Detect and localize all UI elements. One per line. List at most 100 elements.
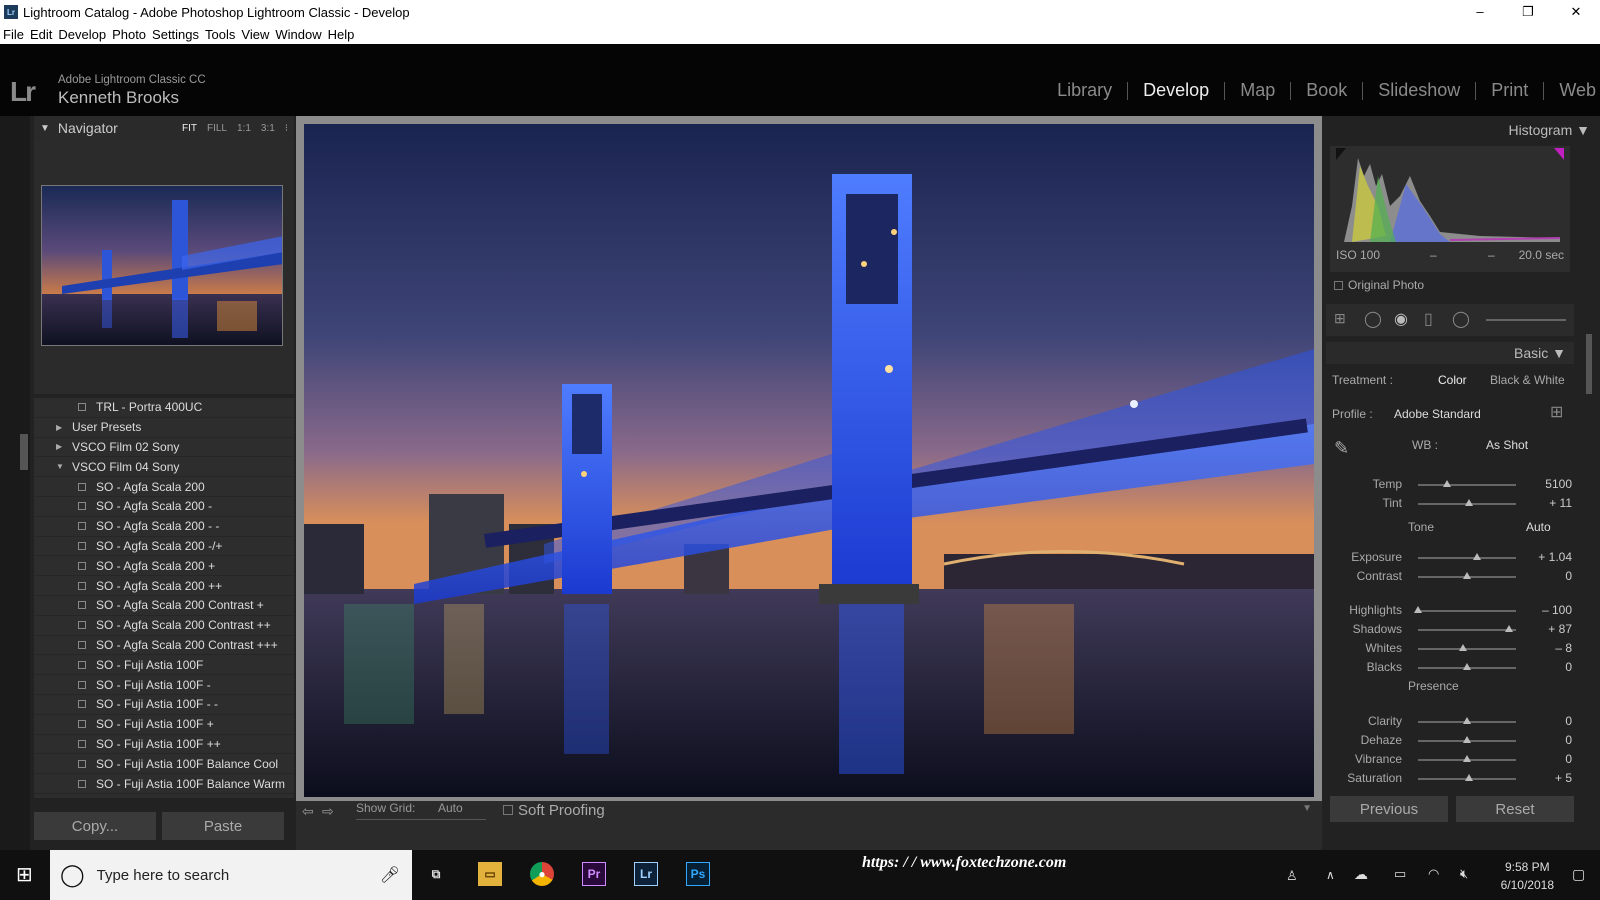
zoom-1-1[interactable]: 1:1 [237,123,251,134]
previous-button[interactable]: Previous [1330,796,1448,822]
minimize-button[interactable]: – [1456,0,1504,24]
slider-value[interactable]: – 8 [1522,641,1572,655]
menu-photo[interactable]: Photo [112,27,146,42]
preset-item[interactable]: SO - Agfa Scala 200 - [34,497,294,517]
slider-value[interactable]: + 11 [1522,496,1572,510]
slider-thumb[interactable] [1463,663,1471,670]
preset-item[interactable]: TRL - Portra 400UC [34,398,294,418]
spot-removal-icon[interactable]: ◯ [1364,309,1382,329]
maximize-button[interactable]: ❐ [1504,0,1552,24]
preset-item[interactable]: SO - Agfa Scala 200 - - [34,517,294,537]
module-print[interactable]: Print [1476,80,1543,101]
menu-window[interactable]: Window [275,27,321,42]
preset-item[interactable]: SO - Agfa Scala 200 Contrast +++ [34,636,294,656]
menu-develop[interactable]: Develop [58,27,106,42]
premiere-icon[interactable]: Pr [582,862,606,886]
chevron-up-icon[interactable]: ∧ [1326,868,1335,882]
task-view-icon[interactable]: ⧉ [424,862,448,886]
slider-thumb[interactable] [1414,606,1422,613]
preset-item[interactable]: SO - Agfa Scala 200 Contrast ++ [34,616,294,636]
slider-thumb[interactable] [1463,572,1471,579]
module-book[interactable]: Book [1291,80,1362,101]
close-button[interactable]: ✕ [1552,0,1600,24]
slider-thumb[interactable] [1443,480,1452,487]
onedrive-icon[interactable]: ☁ [1354,866,1368,883]
battery-icon[interactable]: ▭ [1394,866,1406,882]
preset-item[interactable]: SO - Fuji Astia 100F Balance Warm [34,774,294,794]
graduated-filter-icon[interactable]: ▯ [1424,309,1433,329]
slider-value[interactable]: + 5 [1522,771,1572,785]
slider-thumb[interactable] [1459,644,1468,651]
slider-track[interactable] [1418,629,1516,631]
show-grid-select[interactable]: Auto [438,801,463,815]
copy-settings-button[interactable]: Copy... [34,812,156,840]
zoom-3-1[interactable]: 3:1 [261,123,275,134]
slider-value[interactable]: 0 [1522,733,1572,747]
red-eye-icon[interactable]: ◉ [1394,309,1408,329]
slider-thumb[interactable] [1472,553,1481,560]
profile-browser-icon[interactable]: ⊞ [1550,402,1563,422]
profile-select[interactable]: Adobe Standard [1394,407,1481,421]
toolbar-menu-icon[interactable]: ▼ [1302,803,1312,814]
windows-start-icon[interactable]: ⊞ [16,862,33,887]
slider-track[interactable] [1418,484,1516,486]
menu-edit[interactable]: Edit [30,27,52,42]
preset-item[interactable]: SO - Agfa Scala 200 + [34,556,294,577]
adjustment-brush-slider[interactable] [1486,319,1566,321]
expand-triangle-icon[interactable]: ▶ [56,442,64,451]
preset-item[interactable]: SO - Fuji Astia 100F ++ [34,735,294,755]
preset-item[interactable]: SO - Agfa Scala 200 -/+ [34,537,294,557]
module-develop[interactable]: Develop [1128,80,1224,101]
menu-settings[interactable]: Settings [152,27,199,42]
zoom-more-icon[interactable]: ⁝ [285,123,288,134]
preset-item[interactable]: SO - Fuji Astia 100F Balance Cool [34,754,294,775]
preset-folder[interactable]: ▼ VSCO Film 04 Sony [34,457,294,478]
preset-folder[interactable]: ▶ User Presets [34,418,294,438]
basic-header[interactable]: Basic ▼ [1326,342,1574,364]
wb-select[interactable]: As Shot [1486,438,1528,452]
module-web[interactable]: Web [1544,80,1600,101]
slider-value[interactable]: + 1.04 [1522,550,1572,564]
collapse-triangle-icon[interactable]: ▼ [56,462,64,471]
soft-proofing-checkbox[interactable] [503,805,513,815]
lightroom-taskbar-icon[interactable]: Lr [634,862,658,886]
photoshop-icon[interactable]: Ps [686,862,710,886]
slider-value[interactable]: + 87 [1522,622,1572,636]
people-icon[interactable]: ♙ [1286,868,1298,884]
slider-thumb[interactable] [1463,755,1471,762]
volume-muted-icon[interactable]: 🔇︎ [1460,866,1468,882]
slider-value[interactable]: – 100 [1522,603,1572,617]
preset-item[interactable]: SO - Fuji Astia 100F [34,655,294,676]
zoom-fit[interactable]: FIT [182,123,197,134]
menu-help[interactable]: Help [328,27,355,42]
menu-file[interactable]: File [3,27,24,42]
left-panel-toggle[interactable] [20,434,28,470]
slider-track[interactable] [1418,610,1516,612]
action-center-icon[interactable]: ▢ [1572,866,1585,883]
histogram-header[interactable]: Histogram ▼ [1508,122,1590,138]
system-clock[interactable]: 9:58 PM 6/10/2018 [1501,858,1554,894]
file-explorer-icon[interactable]: ▭ [478,862,502,886]
wb-eyedropper-icon[interactable]: ✎ [1334,438,1349,459]
preset-item[interactable]: SO - Fuji Astia 100F + [34,715,294,735]
navigator-header[interactable]: ▼ Navigator FIT FILL 1:1 3:1 ⁝ [34,116,294,140]
menu-tools[interactable]: Tools [205,27,235,42]
slider-thumb[interactable] [1505,625,1514,632]
right-panel-scrollbar[interactable] [1586,334,1592,394]
arrow-left-icon[interactable]: ⇦ [302,803,314,820]
slider-value[interactable]: 0 [1522,569,1572,583]
zoom-fill[interactable]: FILL [207,123,227,134]
collapse-triangle-icon[interactable]: ▼ [40,123,50,134]
reset-button[interactable]: Reset [1456,796,1574,822]
preset-item[interactable]: SO - Fuji Astia 100F - [34,675,294,695]
menu-view[interactable]: View [241,27,269,42]
grid-opacity-slider[interactable] [356,819,486,820]
slider-value[interactable]: 0 [1522,752,1572,766]
main-photo[interactable] [304,124,1314,797]
slider-thumb[interactable] [1463,736,1471,743]
crop-icon[interactable]: ⊞ [1334,310,1346,327]
module-slideshow[interactable]: Slideshow [1363,80,1475,101]
taskbar-search[interactable]: ◯ Type here to search 🎤︎ [50,850,412,900]
navigator-preview[interactable] [41,185,283,346]
paste-settings-button[interactable]: Paste [162,812,284,840]
